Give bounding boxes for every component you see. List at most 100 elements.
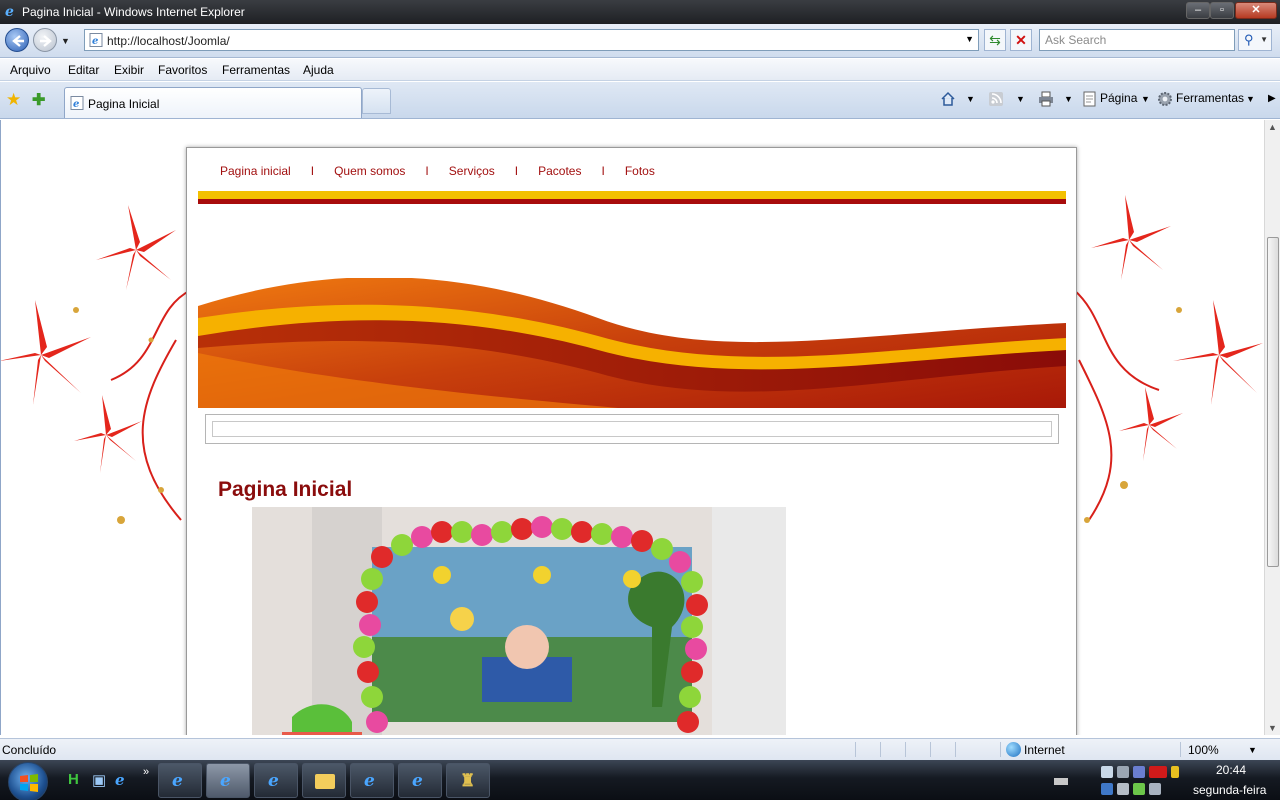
nav-quem-somos[interactable]: Quem somos bbox=[334, 164, 405, 178]
forward-button[interactable] bbox=[33, 28, 57, 52]
clock-day: segunda-feira bbox=[1193, 783, 1267, 797]
taskbar-ie-window[interactable]: e bbox=[350, 763, 394, 798]
taskbar-ie-window-active[interactable]: e bbox=[206, 763, 250, 798]
tray-volume-icon[interactable] bbox=[1117, 783, 1129, 795]
svg-text:e: e bbox=[92, 36, 98, 47]
tab-bar: ★ ✚ e Pagina Inicial ▼ ▼ ▼ Página ▼ Ferr… bbox=[0, 82, 1280, 119]
add-favorite-icon[interactable]: ✚ bbox=[32, 90, 45, 110]
menu-arquivo[interactable]: Arquivo bbox=[10, 63, 51, 77]
nav-servicos[interactable]: Serviços bbox=[449, 164, 495, 178]
navigation-bar: ▼ e http://localhost/Joomla/ ▼ ⇆ ✕ Ask S… bbox=[0, 24, 1280, 58]
print-dropdown-icon[interactable]: ▼ bbox=[1064, 94, 1073, 104]
maximize-button[interactable]: ▫ bbox=[1210, 2, 1234, 19]
taskbar-app-window[interactable]: ♜ bbox=[446, 763, 490, 798]
tray-display-icon[interactable] bbox=[1133, 766, 1145, 778]
tray-network-icon[interactable] bbox=[1117, 766, 1129, 778]
tray-connection-icon[interactable] bbox=[1149, 783, 1161, 795]
menu-ajuda[interactable]: Ajuda bbox=[303, 63, 334, 77]
taskbar-ie-window[interactable]: e bbox=[398, 763, 442, 798]
ie-icon: e bbox=[364, 771, 375, 791]
favorites-star-icon[interactable]: ★ bbox=[6, 90, 21, 110]
tab-label: Pagina Inicial bbox=[88, 97, 160, 111]
nav-separator: I bbox=[514, 164, 519, 178]
feeds-dropdown-icon[interactable]: ▼ bbox=[1016, 94, 1025, 104]
taskbar-explorer-window[interactable] bbox=[302, 763, 346, 798]
page-viewport: Pagina inicial I Quem somos I Serviços I Pacot… bbox=[0, 120, 1264, 735]
page-menu-dropdown-icon[interactable]: ▼ bbox=[1141, 94, 1150, 104]
tab-pagina-inicial[interactable]: e Pagina Inicial bbox=[64, 87, 362, 118]
minimize-button[interactable]: – bbox=[1186, 2, 1210, 19]
page-icon: e bbox=[89, 33, 103, 47]
module-search-field[interactable] bbox=[212, 421, 1052, 437]
menu-favoritos[interactable]: Favoritos bbox=[158, 63, 207, 77]
home-dropdown-icon[interactable]: ▼ bbox=[966, 94, 975, 104]
close-button[interactable]: ✕ bbox=[1235, 2, 1277, 19]
taskbar-ie-window[interactable]: e bbox=[254, 763, 298, 798]
svg-text:e: e bbox=[5, 4, 14, 18]
site-main-menu: Pagina inicial I Quem somos I Serviços I Pacot… bbox=[220, 164, 655, 178]
page-title: Pagina Inicial bbox=[218, 478, 353, 501]
svg-text:e: e bbox=[73, 99, 79, 110]
menu-bar: Arquivo Editar Exibir Favoritos Ferramen… bbox=[0, 59, 1280, 81]
tab-page-icon: e bbox=[70, 96, 84, 110]
module-box bbox=[205, 414, 1059, 444]
nav-pacotes[interactable]: Pacotes bbox=[538, 164, 581, 178]
tray-app-icon[interactable] bbox=[1133, 783, 1145, 795]
recent-pages-dropdown[interactable]: ▼ bbox=[61, 36, 70, 46]
tools-menu[interactable]: Ferramentas bbox=[1176, 91, 1244, 105]
back-button[interactable] bbox=[5, 28, 29, 52]
status-divider bbox=[1000, 742, 1001, 757]
windows-taskbar: H ▣ e » e e e e e ♜ 20:44 segunda-feira bbox=[0, 760, 1280, 800]
quicklaunch-app-icon[interactable]: H bbox=[68, 771, 79, 788]
menu-editar[interactable]: Editar bbox=[68, 63, 99, 77]
status-divider bbox=[905, 742, 906, 757]
tools-gear-icon bbox=[1158, 92, 1172, 106]
tray-skype-icon[interactable] bbox=[1171, 766, 1179, 778]
zoom-dropdown-icon[interactable]: ▼ bbox=[1248, 745, 1257, 755]
taskbar-ie-window[interactable]: e bbox=[158, 763, 202, 798]
nav-separator: I bbox=[310, 164, 315, 178]
start-button[interactable] bbox=[8, 762, 48, 800]
security-zone[interactable]: Internet bbox=[1024, 743, 1065, 757]
menu-exibir[interactable]: Exibir bbox=[114, 63, 144, 77]
flower-decoration-right bbox=[1073, 195, 1263, 523]
scroll-down-arrow-icon[interactable]: ▼ bbox=[1268, 723, 1277, 733]
menu-ferramentas[interactable]: Ferramentas bbox=[222, 63, 290, 77]
keyboard-icon[interactable] bbox=[1054, 778, 1068, 785]
search-input[interactable]: Ask Search bbox=[1039, 29, 1235, 51]
internet-zone-globe-icon bbox=[1006, 742, 1021, 757]
nav-fotos[interactable]: Fotos bbox=[625, 164, 655, 178]
status-divider bbox=[1180, 742, 1181, 757]
quicklaunch-ie-icon[interactable]: e bbox=[115, 771, 125, 789]
tray-weather-icon[interactable] bbox=[1101, 766, 1113, 778]
nav-pagina-inicial[interactable]: Pagina inicial bbox=[220, 164, 291, 178]
address-dropdown-icon[interactable]: ▼ bbox=[965, 34, 974, 44]
more-commands-chevron-icon[interactable]: ▶ bbox=[1268, 93, 1276, 104]
refresh-button[interactable]: ⇆ bbox=[984, 29, 1006, 51]
page-menu[interactable]: Página bbox=[1100, 91, 1137, 105]
home-icon[interactable] bbox=[940, 91, 956, 107]
quicklaunch-expand-icon[interactable]: » bbox=[143, 766, 149, 778]
ie-logo-icon: e bbox=[5, 4, 14, 18]
address-field[interactable]: e http://localhost/Joomla/ ▼ bbox=[84, 29, 979, 51]
new-tab-button[interactable] bbox=[362, 88, 391, 114]
clock-time[interactable]: 20:44 bbox=[1216, 763, 1246, 777]
nav-separator: I bbox=[425, 164, 429, 178]
tools-menu-dropdown-icon[interactable]: ▼ bbox=[1246, 94, 1255, 104]
feeds-icon[interactable] bbox=[988, 91, 1004, 107]
search-options-dropdown[interactable]: ▼ bbox=[1260, 30, 1268, 50]
tray-ati-icon[interactable] bbox=[1149, 766, 1167, 778]
flower-decoration-left bbox=[1, 205, 192, 524]
vertical-scrollbar[interactable]: ▲ ▼ bbox=[1264, 120, 1280, 735]
scrollbar-thumb[interactable] bbox=[1267, 237, 1279, 567]
tray-security-icon[interactable] bbox=[1101, 783, 1113, 795]
stop-button[interactable]: ✕ bbox=[1010, 29, 1032, 51]
scroll-up-arrow-icon[interactable]: ▲ bbox=[1268, 122, 1277, 132]
page-menu-icon bbox=[1083, 91, 1096, 107]
show-desktop-icon[interactable]: ▣ bbox=[92, 771, 106, 789]
site-container: Pagina inicial I Quem somos I Serviços I Pacot… bbox=[186, 147, 1077, 735]
search-button[interactable]: ⚲ ▼ bbox=[1238, 29, 1272, 51]
zoom-level[interactable]: 100% bbox=[1188, 743, 1219, 757]
print-icon[interactable] bbox=[1038, 91, 1054, 107]
status-divider bbox=[880, 742, 881, 757]
